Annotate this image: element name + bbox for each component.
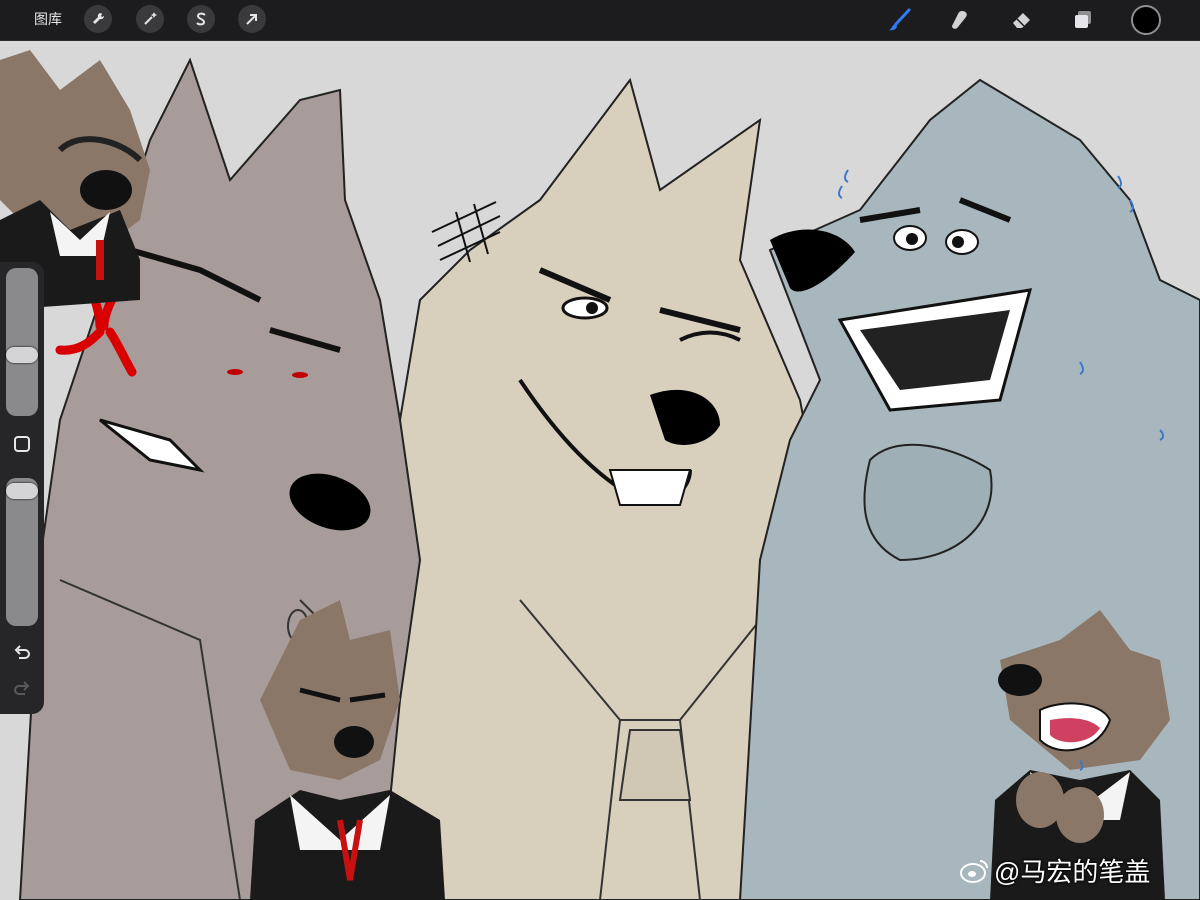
smudge-tool[interactable]	[946, 6, 974, 34]
color-picker-button[interactable]	[1131, 5, 1161, 35]
arrow-cursor-icon	[246, 14, 257, 25]
modify-button[interactable]	[10, 432, 34, 456]
redo-icon	[14, 681, 30, 695]
square-icon	[14, 436, 30, 452]
watermark: @马宏的笔盖	[960, 852, 1150, 889]
brush-tool[interactable]	[886, 6, 914, 34]
redo-button[interactable]	[10, 678, 34, 702]
top-toolbar: 图库	[0, 0, 1200, 41]
weibo-icon	[960, 859, 988, 883]
watermark-text: @马宏的笔盖	[994, 857, 1151, 887]
magic-wand-icon	[144, 12, 157, 25]
opacity-slider[interactable]	[6, 478, 38, 626]
gallery-button[interactable]: 图库	[34, 9, 62, 29]
undo-icon	[14, 645, 30, 659]
undo-button[interactable]	[10, 642, 34, 666]
actions-button[interactable]	[84, 5, 112, 33]
brush-icon	[889, 8, 911, 31]
eraser-icon	[1013, 13, 1030, 28]
adjustments-button[interactable]	[136, 5, 164, 33]
eraser-tool[interactable]	[1008, 6, 1036, 34]
layers-icon	[1075, 11, 1091, 28]
brush-size-slider[interactable]	[6, 268, 38, 416]
wrench-icon	[93, 12, 105, 24]
selection-button[interactable]	[187, 5, 215, 33]
left-sidebar	[0, 262, 44, 714]
selection-s-icon	[196, 12, 206, 26]
layers-tool[interactable]	[1069, 6, 1097, 34]
transform-button[interactable]	[238, 5, 266, 33]
smudge-icon	[952, 11, 967, 29]
opacity-thumb[interactable]	[6, 483, 38, 500]
drawing-canvas[interactable]	[0, 47, 1200, 900]
artwork	[0, 50, 1200, 900]
brush-size-thumb[interactable]	[6, 347, 38, 364]
